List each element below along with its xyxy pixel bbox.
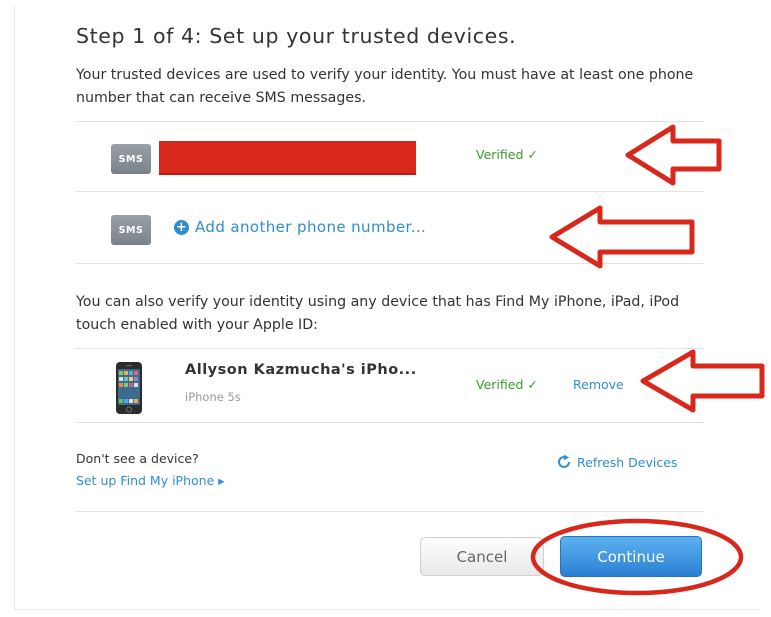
divider <box>76 121 704 122</box>
redacted-phone-number <box>159 141 416 175</box>
remove-device-link[interactable]: Remove <box>573 377 624 392</box>
divider <box>76 422 704 423</box>
find-my-description: You can also verify your identity using … <box>76 294 680 333</box>
divider <box>76 348 704 349</box>
page-title: Step 1 of 4: Set up your trusted devices… <box>76 24 517 48</box>
sms-badge: SMS <box>111 144 151 174</box>
refresh-devices-button[interactable]: Refresh Devices <box>556 454 677 470</box>
setup-find-my-iphone-link[interactable]: Set up Find My iPhone ▸ <box>76 473 225 488</box>
device-verified-badge: Verified ✓ <box>476 377 538 392</box>
continue-button[interactable]: Continue <box>560 536 702 577</box>
iphone-icon <box>116 362 142 414</box>
device-model: iPhone 5s <box>185 390 241 404</box>
add-phone-number-label: Add another phone number... <box>195 218 427 236</box>
dont-see-device-text: Don't see a device? <box>76 451 199 466</box>
sms-badge: SMS <box>111 215 151 245</box>
device-name: Allyson Kazmucha's iPho... <box>185 362 417 378</box>
add-circle-icon: + <box>174 219 189 235</box>
refresh-devices-label: Refresh Devices <box>577 454 678 470</box>
intro-text: Your trusted devices are used to verify … <box>76 67 694 106</box>
divider <box>76 511 704 512</box>
add-phone-number-link[interactable]: + Add another phone number... <box>174 218 426 236</box>
divider <box>76 263 704 264</box>
divider <box>76 191 704 192</box>
cancel-button[interactable]: Cancel <box>420 537 544 576</box>
refresh-icon <box>558 454 570 468</box>
verified-badge: Verified ✓ <box>476 147 538 162</box>
